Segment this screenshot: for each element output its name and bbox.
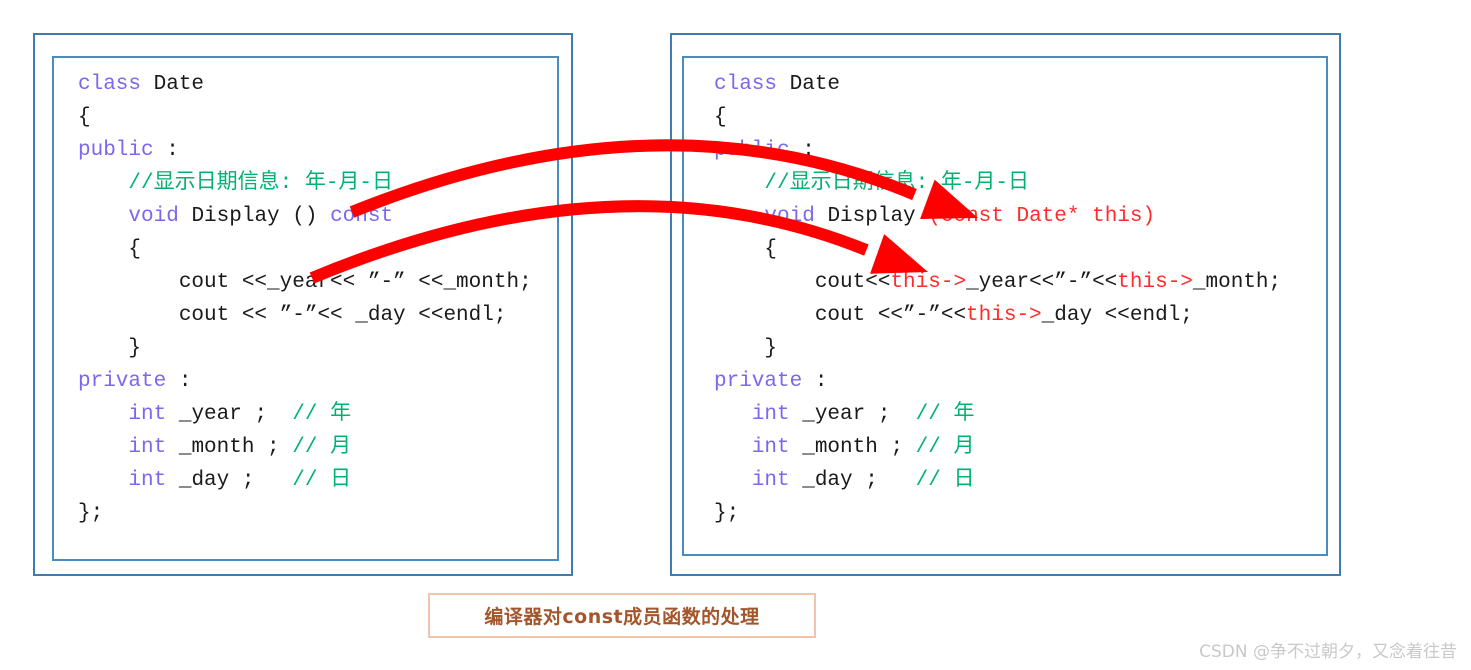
left-code-line-6: { xyxy=(78,233,532,266)
code-token: Date xyxy=(777,73,841,96)
code-token: cout << ”-”<< _day <<endl; xyxy=(78,304,507,327)
right-code-line-12: int _month ; // 月 xyxy=(714,431,1281,464)
code-token: _day ; xyxy=(166,469,293,492)
code-token: public xyxy=(78,139,154,162)
right-code-line-2: { xyxy=(714,101,1281,134)
code-token: this-> xyxy=(890,271,967,294)
left-code-line-12: int _month ; // 月 xyxy=(78,431,532,464)
code-token: class xyxy=(714,73,778,96)
figure-canvas: class Date { public : //显示日期信息: 年-月-日 void… xyxy=(0,0,1471,670)
left-code-line-11: int _year ; // 年 xyxy=(78,398,532,431)
left-code-line-3: public : xyxy=(78,134,532,167)
code-token: _month; xyxy=(1192,271,1282,294)
code-token: cout <<_year<< ”-” <<_month; xyxy=(78,271,532,294)
code-token: private xyxy=(714,370,803,393)
code-token: Display () xyxy=(178,205,331,228)
left-code-block: class Date { public : //显示日期信息: 年-月-日 void… xyxy=(78,68,532,530)
right-code-line-5: void Display (const Date* this) xyxy=(714,200,1281,233)
right-code-line-1: class Date xyxy=(714,68,1281,101)
caption-box: 编译器对const成员函数的处理 xyxy=(428,593,816,638)
code-token: // 月 xyxy=(915,436,975,459)
code-token: _year<<”-”<< xyxy=(966,271,1118,294)
code-token: { xyxy=(78,238,142,261)
code-token: class xyxy=(78,73,142,96)
code-token: _year ; xyxy=(789,403,916,426)
code-token: _year ; xyxy=(166,403,293,426)
code-token: // 日 xyxy=(292,469,352,492)
left-code-line-7: cout <<_year<< ”-” <<_month; xyxy=(78,266,532,299)
code-token: // 年 xyxy=(292,403,352,426)
code-token: }; xyxy=(78,502,104,525)
code-token: int xyxy=(128,403,167,426)
code-token: : xyxy=(166,370,192,393)
code-token: { xyxy=(714,238,778,261)
right-code-line-7: cout<<this->_year<<”-”<<this->_month; xyxy=(714,266,1281,299)
right-code-line-6: { xyxy=(714,233,1281,266)
code-token: //显示日期信息: 年-月-日 xyxy=(714,172,1030,195)
left-code-line-13: int _day ; // 日 xyxy=(78,464,532,497)
left-code-line-9: } xyxy=(78,332,532,365)
code-token: int xyxy=(751,469,790,492)
code-token: }; xyxy=(714,502,740,525)
code-token: private xyxy=(78,370,167,393)
code-token: cout <<”-”<< xyxy=(714,304,967,327)
code-token: int xyxy=(751,436,790,459)
code-token: : xyxy=(789,139,815,162)
code-token: public xyxy=(714,139,790,162)
right-code-line-13: int _day ; // 日 xyxy=(714,464,1281,497)
code-token: int xyxy=(128,469,167,492)
left-code-line-1: class Date xyxy=(78,68,532,101)
code-token: const xyxy=(330,205,394,228)
code-token: { xyxy=(714,106,727,129)
code-token: this-> xyxy=(1117,271,1193,294)
code-token: cout<< xyxy=(714,271,891,294)
code-token: void xyxy=(764,205,815,228)
left-code-line-4: //显示日期信息: 年-月-日 xyxy=(78,167,532,200)
right-code-line-4: //显示日期信息: 年-月-日 xyxy=(714,167,1281,200)
code-token: : xyxy=(153,139,179,162)
code-token: // 月 xyxy=(292,436,352,459)
code-token: } xyxy=(78,337,142,360)
right-code-line-3: public : xyxy=(714,134,1281,167)
code-token: // 日 xyxy=(915,469,975,492)
code-token: void xyxy=(128,205,179,228)
right-code-line-10: private : xyxy=(714,365,1281,398)
left-code-line-8: cout << ”-”<< _day <<endl; xyxy=(78,299,532,332)
caption-label: 编译器对const成员函数的处理 xyxy=(484,606,760,628)
left-code-line-2: { xyxy=(78,101,532,134)
code-token: _month ; xyxy=(789,436,916,459)
code-token: Display xyxy=(814,205,929,228)
code-token: _month ; xyxy=(166,436,293,459)
right-code-line-14: }; xyxy=(714,497,1281,530)
code-token: _day <<endl; xyxy=(1041,304,1193,327)
code-token: int xyxy=(128,436,167,459)
code-token: //显示日期信息: 年-月-日 xyxy=(78,172,394,195)
code-token: _day ; xyxy=(789,469,916,492)
right-code-line-11: int _year ; // 年 xyxy=(714,398,1281,431)
csdn-watermark: CSDN @争不过朝夕，又念着往昔 xyxy=(1199,642,1457,662)
code-token: { xyxy=(78,106,91,129)
left-code-line-5: void Display () const xyxy=(78,200,532,233)
left-code-line-10: private : xyxy=(78,365,532,398)
right-code-block: class Date { public : //显示日期信息: 年-月-日 void… xyxy=(714,68,1281,530)
code-token: (const Date* this) xyxy=(928,205,1156,228)
right-code-line-8: cout <<”-”<<this->_day <<endl; xyxy=(714,299,1281,332)
right-code-line-9: } xyxy=(714,332,1281,365)
code-token: } xyxy=(714,337,778,360)
code-token: Date xyxy=(141,73,205,96)
left-code-line-14: }; xyxy=(78,497,532,530)
code-token: this-> xyxy=(966,304,1042,327)
code-token: : xyxy=(802,370,828,393)
code-token: // 年 xyxy=(915,403,975,426)
code-token: int xyxy=(751,403,790,426)
